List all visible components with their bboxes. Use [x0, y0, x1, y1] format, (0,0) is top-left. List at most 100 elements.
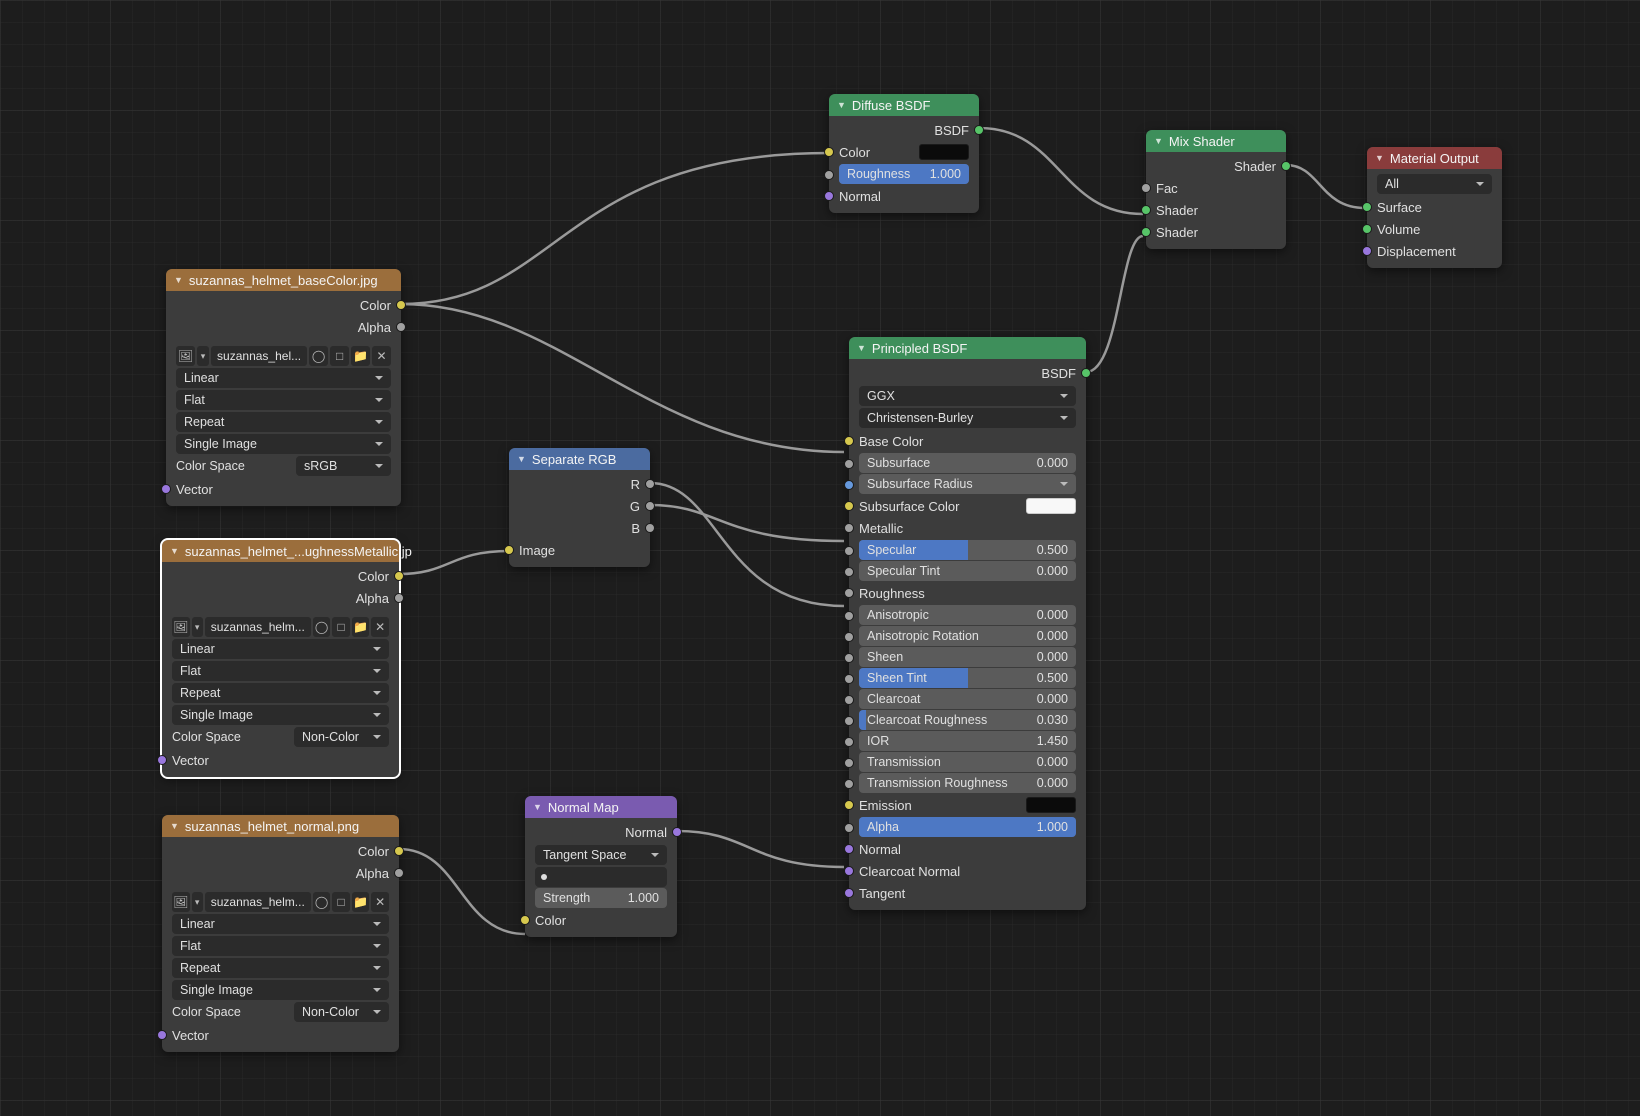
- collapse-icon[interactable]: ▼: [170, 546, 179, 556]
- output-b: B: [509, 517, 650, 539]
- collapse-icon[interactable]: ▼: [857, 343, 866, 353]
- extension-select[interactable]: Repeat: [172, 683, 389, 703]
- projection-select[interactable]: Flat: [176, 390, 391, 410]
- node-image-texture-roughmetal[interactable]: ▼suzannas_helmet_...ughnessMetallic.jp C…: [162, 540, 399, 777]
- collapse-icon[interactable]: ▼: [837, 100, 846, 110]
- interpolation-select[interactable]: Linear: [172, 639, 389, 659]
- image-datablock[interactable]: 🖼▾ suzannas_helm... ◯□📁✕: [172, 892, 389, 912]
- projection-select[interactable]: Flat: [172, 936, 389, 956]
- colorspace-row: Color SpacesRGB: [176, 456, 391, 476]
- projection-select[interactable]: Flat: [172, 661, 389, 681]
- input-volume: Volume: [1367, 218, 1502, 240]
- extension-select[interactable]: Repeat: [176, 412, 391, 432]
- node-diffuse-bsdf[interactable]: ▼Diffuse BSDF BSDF Color Roughness1.000 …: [829, 94, 979, 213]
- image-icon: 🖼: [172, 892, 190, 912]
- input-base-color: Base Color: [849, 430, 1086, 452]
- node-image-texture-basecolor[interactable]: ▼suzannas_helmet_baseColor.jpg Color Alp…: [166, 269, 401, 506]
- dropdown-icon[interactable]: ▾: [192, 617, 203, 637]
- input-vector: Vector: [162, 1024, 399, 1046]
- subsurface-radius-slider[interactable]: Subsurface Radius: [859, 474, 1076, 494]
- unlink-icon[interactable]: ✕: [371, 892, 389, 912]
- collapse-icon[interactable]: ▼: [533, 802, 542, 812]
- unlink-icon[interactable]: ✕: [371, 617, 389, 637]
- color-swatch[interactable]: [1026, 498, 1076, 514]
- fake-user-icon[interactable]: ◯: [313, 617, 331, 637]
- roughness-slider[interactable]: Roughness1.000: [839, 164, 969, 184]
- open-icon[interactable]: 📁: [352, 617, 370, 637]
- collapse-icon[interactable]: ▼: [174, 275, 183, 285]
- anisotropic-rotation-slider[interactable]: Anisotropic Rotation0.000: [859, 626, 1076, 646]
- node-material-output[interactable]: ▼Material Output All Surface Volume Disp…: [1367, 147, 1502, 268]
- node-image-texture-normal[interactable]: ▼suzannas_helmet_normal.png Color Alpha …: [162, 815, 399, 1052]
- target-select[interactable]: All: [1377, 174, 1492, 194]
- node-header[interactable]: ▼suzannas_helmet_...ughnessMetallic.jp: [162, 540, 399, 562]
- uvmap-select[interactable]: [535, 867, 667, 887]
- specular-tint-slider[interactable]: Specular Tint0.000: [859, 561, 1076, 581]
- input-color: Color: [525, 909, 677, 931]
- node-normal-map[interactable]: ▼Normal Map Normal Tangent Space Strengt…: [525, 796, 677, 937]
- anisotropic-slider[interactable]: Anisotropic0.000: [859, 605, 1076, 625]
- node-header[interactable]: ▼suzannas_helmet_baseColor.jpg: [166, 269, 401, 291]
- new-icon[interactable]: □: [332, 617, 350, 637]
- sss-method-select[interactable]: Christensen-Burley: [859, 408, 1076, 428]
- color-swatch[interactable]: [919, 144, 969, 160]
- dropdown-icon[interactable]: ▾: [192, 892, 203, 912]
- sheen-slider[interactable]: Sheen0.000: [859, 647, 1076, 667]
- node-mix-shader[interactable]: ▼Mix Shader Shader Fac Shader Shader: [1146, 130, 1286, 249]
- extension-select[interactable]: Repeat: [172, 958, 389, 978]
- node-separate-rgb[interactable]: ▼Separate RGB R G B Image: [509, 448, 650, 567]
- node-header[interactable]: ▼Material Output: [1367, 147, 1502, 169]
- image-datablock[interactable]: 🖼▾ suzannas_helm... ◯□📁✕: [172, 617, 389, 637]
- output-color: Color: [166, 294, 401, 316]
- node-principled-bsdf[interactable]: ▼Principled BSDF BSDF GGX Christensen-Bu…: [849, 337, 1086, 910]
- colorspace-select[interactable]: sRGB: [296, 456, 391, 476]
- transmission-slider[interactable]: Transmission0.000: [859, 752, 1076, 772]
- node-header[interactable]: ▼Mix Shader: [1146, 130, 1286, 152]
- node-header[interactable]: ▼Separate RGB: [509, 448, 650, 470]
- open-icon[interactable]: 📁: [352, 892, 370, 912]
- open-icon[interactable]: 📁: [351, 346, 370, 366]
- interpolation-select[interactable]: Linear: [176, 368, 391, 388]
- dropdown-icon[interactable]: ▾: [197, 346, 209, 366]
- source-select[interactable]: Single Image: [172, 980, 389, 1000]
- colorspace-select[interactable]: Non-Color: [294, 1002, 389, 1022]
- sheen-tint-slider[interactable]: Sheen Tint0.500: [859, 668, 1076, 688]
- unlink-icon[interactable]: ✕: [372, 346, 391, 366]
- color-swatch[interactable]: [1026, 797, 1076, 813]
- node-header[interactable]: ▼Normal Map: [525, 796, 677, 818]
- collapse-icon[interactable]: ▼: [1375, 153, 1384, 163]
- distribution-select[interactable]: GGX: [859, 386, 1076, 406]
- input-shader-2: Shader: [1146, 221, 1286, 243]
- node-header[interactable]: ▼suzannas_helmet_normal.png: [162, 815, 399, 837]
- new-icon[interactable]: □: [330, 346, 349, 366]
- collapse-icon[interactable]: ▼: [517, 454, 526, 464]
- new-icon[interactable]: □: [332, 892, 350, 912]
- interpolation-select[interactable]: Linear: [172, 914, 389, 934]
- input-vector: Vector: [166, 478, 401, 500]
- specular-slider[interactable]: Specular0.500: [859, 540, 1076, 560]
- colorspace-select[interactable]: Non-Color: [294, 727, 389, 747]
- output-color: Color: [162, 565, 399, 587]
- output-bsdf: BSDF: [829, 119, 979, 141]
- subsurface-slider[interactable]: Subsurface0.000: [859, 453, 1076, 473]
- output-g: G: [509, 495, 650, 517]
- transmission-roughness-slider[interactable]: Transmission Roughness0.000: [859, 773, 1076, 793]
- ior-slider[interactable]: IOR1.450: [859, 731, 1076, 751]
- node-header[interactable]: ▼Diffuse BSDF: [829, 94, 979, 116]
- collapse-icon[interactable]: ▼: [1154, 136, 1163, 146]
- strength-slider[interactable]: Strength1.000: [535, 888, 667, 908]
- collapse-icon[interactable]: ▼: [170, 821, 179, 831]
- source-select[interactable]: Single Image: [176, 434, 391, 454]
- output-shader: Shader: [1146, 155, 1286, 177]
- fake-user-icon[interactable]: ◯: [309, 346, 328, 366]
- colorspace-row: Color SpaceNon-Color: [172, 727, 389, 747]
- clearcoat-slider[interactable]: Clearcoat0.000: [859, 689, 1076, 709]
- node-header[interactable]: ▼Principled BSDF: [849, 337, 1086, 359]
- space-select[interactable]: Tangent Space: [535, 845, 667, 865]
- alpha-slider[interactable]: Alpha1.000: [859, 817, 1076, 837]
- fake-user-icon[interactable]: ◯: [313, 892, 331, 912]
- clearcoat-roughness-slider[interactable]: Clearcoat Roughness0.030: [859, 710, 1076, 730]
- input-metallic: Metallic: [849, 517, 1086, 539]
- image-datablock[interactable]: 🖼▾ suzannas_hel... ◯□📁✕: [176, 346, 391, 366]
- source-select[interactable]: Single Image: [172, 705, 389, 725]
